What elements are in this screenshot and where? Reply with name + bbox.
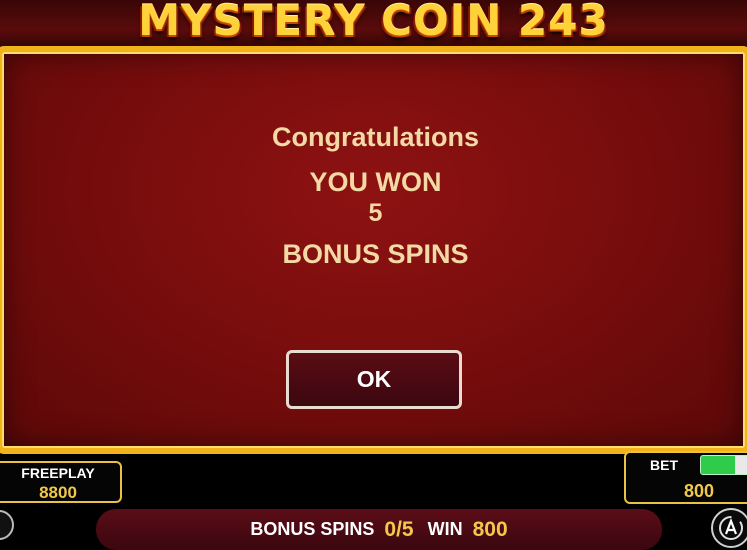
bonus-count-text: 5: [368, 199, 383, 227]
win-value: 800: [472, 517, 508, 541]
win-label: WIN: [427, 519, 463, 539]
freeplay-value: 8800: [39, 483, 77, 502]
auto-play-button[interactable]: [711, 508, 747, 548]
title-banner: MYSTERY COIN 243: [0, 0, 747, 50]
bet-value: 800: [683, 481, 715, 501]
bonus-spins-text: BONUS SPINS: [282, 239, 469, 269]
bet-label: BET: [650, 457, 678, 473]
bet-panel[interactable]: BET 800: [624, 451, 747, 504]
congratulations-text: Congratulations: [272, 122, 479, 152]
toggle-knob-icon: [735, 456, 747, 474]
auto-play-icon: [719, 516, 743, 540]
game-title: MYSTERY COIN 243: [138, 0, 609, 45]
status-bar: BONUS SPINS 0/5 WIN 800: [96, 509, 662, 550]
freeplay-balance: FREEPLAY 8800: [0, 461, 122, 503]
you-won-text: YOU WON: [309, 167, 442, 197]
bonus-spins-label: BONUS SPINS: [250, 519, 375, 539]
bet-toggle[interactable]: [700, 455, 747, 475]
ok-button[interactable]: OK: [286, 350, 462, 409]
bonus-spins-counter: 0/5: [384, 517, 414, 541]
freeplay-label: FREEPLAY: [21, 465, 95, 481]
